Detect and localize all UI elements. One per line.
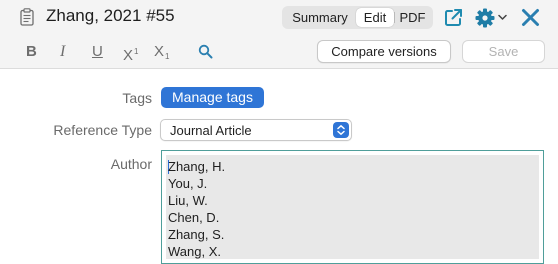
reference-type-value: Journal Article <box>170 123 252 138</box>
subscript-mark: 1 <box>165 52 170 61</box>
author-line: Wang, X. <box>168 244 221 259</box>
reference-type-select[interactable]: Journal Article <box>160 119 352 141</box>
window-header: Zhang, 2021 #55 Summary Edit PDF <box>0 0 558 35</box>
search-icon[interactable] <box>198 44 213 59</box>
open-external-icon[interactable] <box>444 8 463 27</box>
reference-type-label: Reference Type <box>53 122 152 138</box>
tags-label: Tags <box>122 90 152 106</box>
subscript-base: X <box>154 43 165 60</box>
view-mode-segmented-control: Summary Edit PDF <box>282 6 433 29</box>
close-icon[interactable] <box>521 8 540 27</box>
document-icon <box>20 8 34 26</box>
author-line: Liu, W. <box>168 193 208 208</box>
reference-title: Zhang, 2021 #55 <box>46 6 175 25</box>
author-line: Chen, D. <box>168 210 220 225</box>
italic-button[interactable]: I <box>60 43 65 61</box>
select-stepper-icon <box>333 122 349 138</box>
superscript-mark: 1 <box>134 47 139 56</box>
compare-versions-button[interactable]: Compare versions <box>317 40 451 63</box>
superscript-button[interactable]: X1 <box>123 43 138 65</box>
tab-pdf[interactable]: PDF <box>395 8 430 27</box>
gear-icon[interactable] <box>475 8 495 28</box>
author-selection: Zhang, H. You, J. Liu, W. Chen, D. Zhang… <box>166 155 539 259</box>
author-line: Zhang, H. <box>168 159 226 174</box>
author-textarea[interactable]: Zhang, H. You, J. Liu, W. Chen, D. Zhang… <box>161 150 544 264</box>
tab-summary[interactable]: Summary <box>285 8 355 27</box>
save-button[interactable]: Save <box>462 40 545 63</box>
author-label: Author <box>110 156 152 172</box>
subscript-button[interactable]: X1 <box>154 43 169 66</box>
author-line: You, J. <box>168 176 208 191</box>
manage-tags-button[interactable]: Manage tags <box>161 87 264 108</box>
superscript-base: X <box>123 47 134 64</box>
chevron-down-icon[interactable] <box>498 14 507 21</box>
author-line: Zhang, S. <box>168 227 225 242</box>
tab-edit[interactable]: Edit <box>356 8 394 27</box>
underline-button[interactable]: U <box>92 43 103 61</box>
bold-button[interactable]: B <box>26 43 37 61</box>
